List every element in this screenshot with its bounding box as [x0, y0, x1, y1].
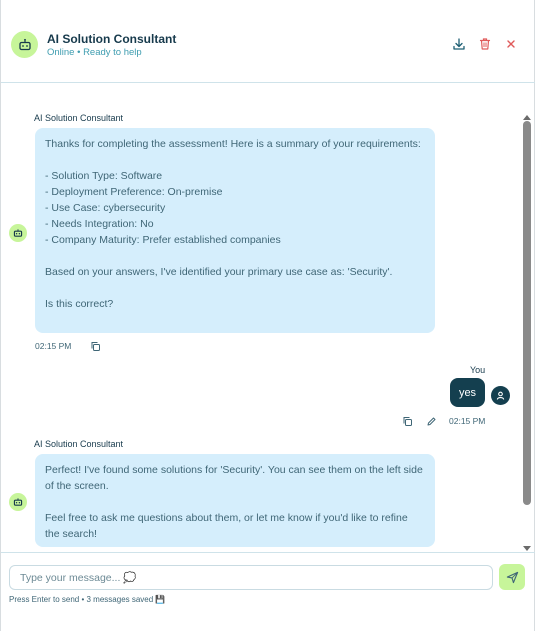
message-sender: You	[470, 365, 486, 375]
robot-icon	[9, 493, 27, 511]
send-icon	[506, 571, 518, 583]
user-message-bubble: yes	[450, 378, 485, 407]
bot-message-bubble: Perfect! I've found some solutions for '…	[35, 454, 435, 547]
copy-icon[interactable]	[401, 415, 413, 427]
status-text: Online • Ready to help	[47, 47, 142, 58]
message-sender: AI Solution Consultant	[34, 113, 124, 123]
message-time: 02:15 PM	[35, 341, 72, 351]
edit-icon[interactable]	[425, 415, 437, 427]
send-button[interactable]	[499, 564, 525, 590]
composer: Press Enter to send • 3 messages saved 💾	[1, 552, 535, 631]
chat-window: AI Solution Consultant Online • Ready to…	[0, 0, 535, 631]
message-time: 02:15 PM	[449, 416, 486, 426]
user-avatar-icon	[491, 386, 510, 405]
chat-header: AI Solution Consultant Online • Ready to…	[1, 0, 535, 83]
copy-icon[interactable]	[89, 340, 101, 352]
scroll-down-arrow[interactable]	[522, 540, 532, 551]
robot-icon	[9, 224, 27, 242]
chat-title: AI Solution Consultant	[47, 32, 177, 46]
bot-message-bubble: Thanks for completing the assessment! He…	[35, 128, 435, 333]
download-icon[interactable]	[451, 36, 467, 52]
close-icon[interactable]	[503, 36, 519, 52]
trash-icon[interactable]	[477, 36, 493, 52]
scrollbar-thumb[interactable]	[523, 121, 531, 505]
message-list[interactable]: AI Solution Consultant Thanks for comple…	[1, 84, 535, 550]
composer-hint: Press Enter to send • 3 messages saved 💾	[9, 595, 166, 604]
robot-icon	[11, 31, 38, 58]
scroll-up-arrow[interactable]	[522, 108, 532, 120]
message-input[interactable]	[9, 565, 493, 590]
message-sender: AI Solution Consultant	[34, 439, 124, 449]
